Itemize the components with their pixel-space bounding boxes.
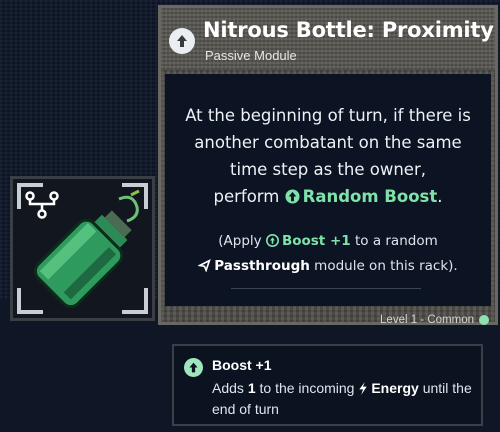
- divider: [231, 288, 421, 289]
- desc-perform: perform: [213, 187, 280, 206]
- card-description: At the beginning of turn, if there is an…: [171, 102, 485, 212]
- lightning-icon: [358, 381, 368, 400]
- desc-period: .: [437, 187, 443, 206]
- card-title: Nitrous Bottle: Proximity: [203, 18, 494, 42]
- card-header: Nitrous Bottle: Proximity Passive Module: [161, 8, 495, 70]
- level-rarity: Level 1 - Common: [380, 314, 474, 326]
- tip-pre: Adds: [212, 380, 244, 396]
- boost-circle-icon: [285, 185, 300, 212]
- tooltip-title: Boost +1: [212, 357, 272, 373]
- boost-circle-icon: [169, 28, 195, 54]
- note-end: module on this rack).: [314, 258, 458, 274]
- rarity-dot-icon: [479, 315, 489, 325]
- desc-line: another combatant on the same: [194, 133, 462, 152]
- arrow-send-icon: [197, 257, 212, 280]
- note-open: (Apply: [218, 233, 262, 249]
- energy-link[interactable]: Energy: [371, 380, 418, 396]
- note-line: Passthrough module on this rack).: [171, 255, 485, 280]
- random-boost-link[interactable]: Random Boost: [303, 187, 438, 206]
- note-line: (Apply Boost +1 to a random: [171, 230, 485, 255]
- keyword-tooltip: Boost +1 Adds 1 to the incoming Energy u…: [172, 344, 483, 426]
- desc-line: perform Random Boost.: [171, 183, 485, 212]
- branch-nodes-icon: [25, 191, 59, 219]
- module-card: Nitrous Bottle: Proximity Passive Module…: [158, 5, 498, 326]
- boost-circle-icon: [265, 232, 279, 255]
- item-slot[interactable]: [10, 176, 155, 321]
- desc-line: time step as the owner,: [230, 160, 426, 179]
- card-subtitle: Passive Module: [205, 48, 297, 63]
- boost-link[interactable]: Boost +1: [282, 233, 351, 249]
- tip-amount: 1: [247, 380, 256, 396]
- desc-line: At the beginning of turn, if there is: [185, 106, 471, 125]
- boost-circle-icon: [184, 358, 203, 377]
- card-footer: Level 1 - Common: [380, 314, 489, 326]
- tooltip-text: Adds 1 to the incoming Energy until the …: [212, 379, 472, 419]
- card-note: (Apply Boost +1 to a random Passthrough …: [171, 230, 485, 280]
- passthrough-link[interactable]: Passthrough: [214, 258, 310, 274]
- tip-mid: to the incoming: [259, 380, 355, 396]
- note-mid: to a random: [354, 233, 438, 249]
